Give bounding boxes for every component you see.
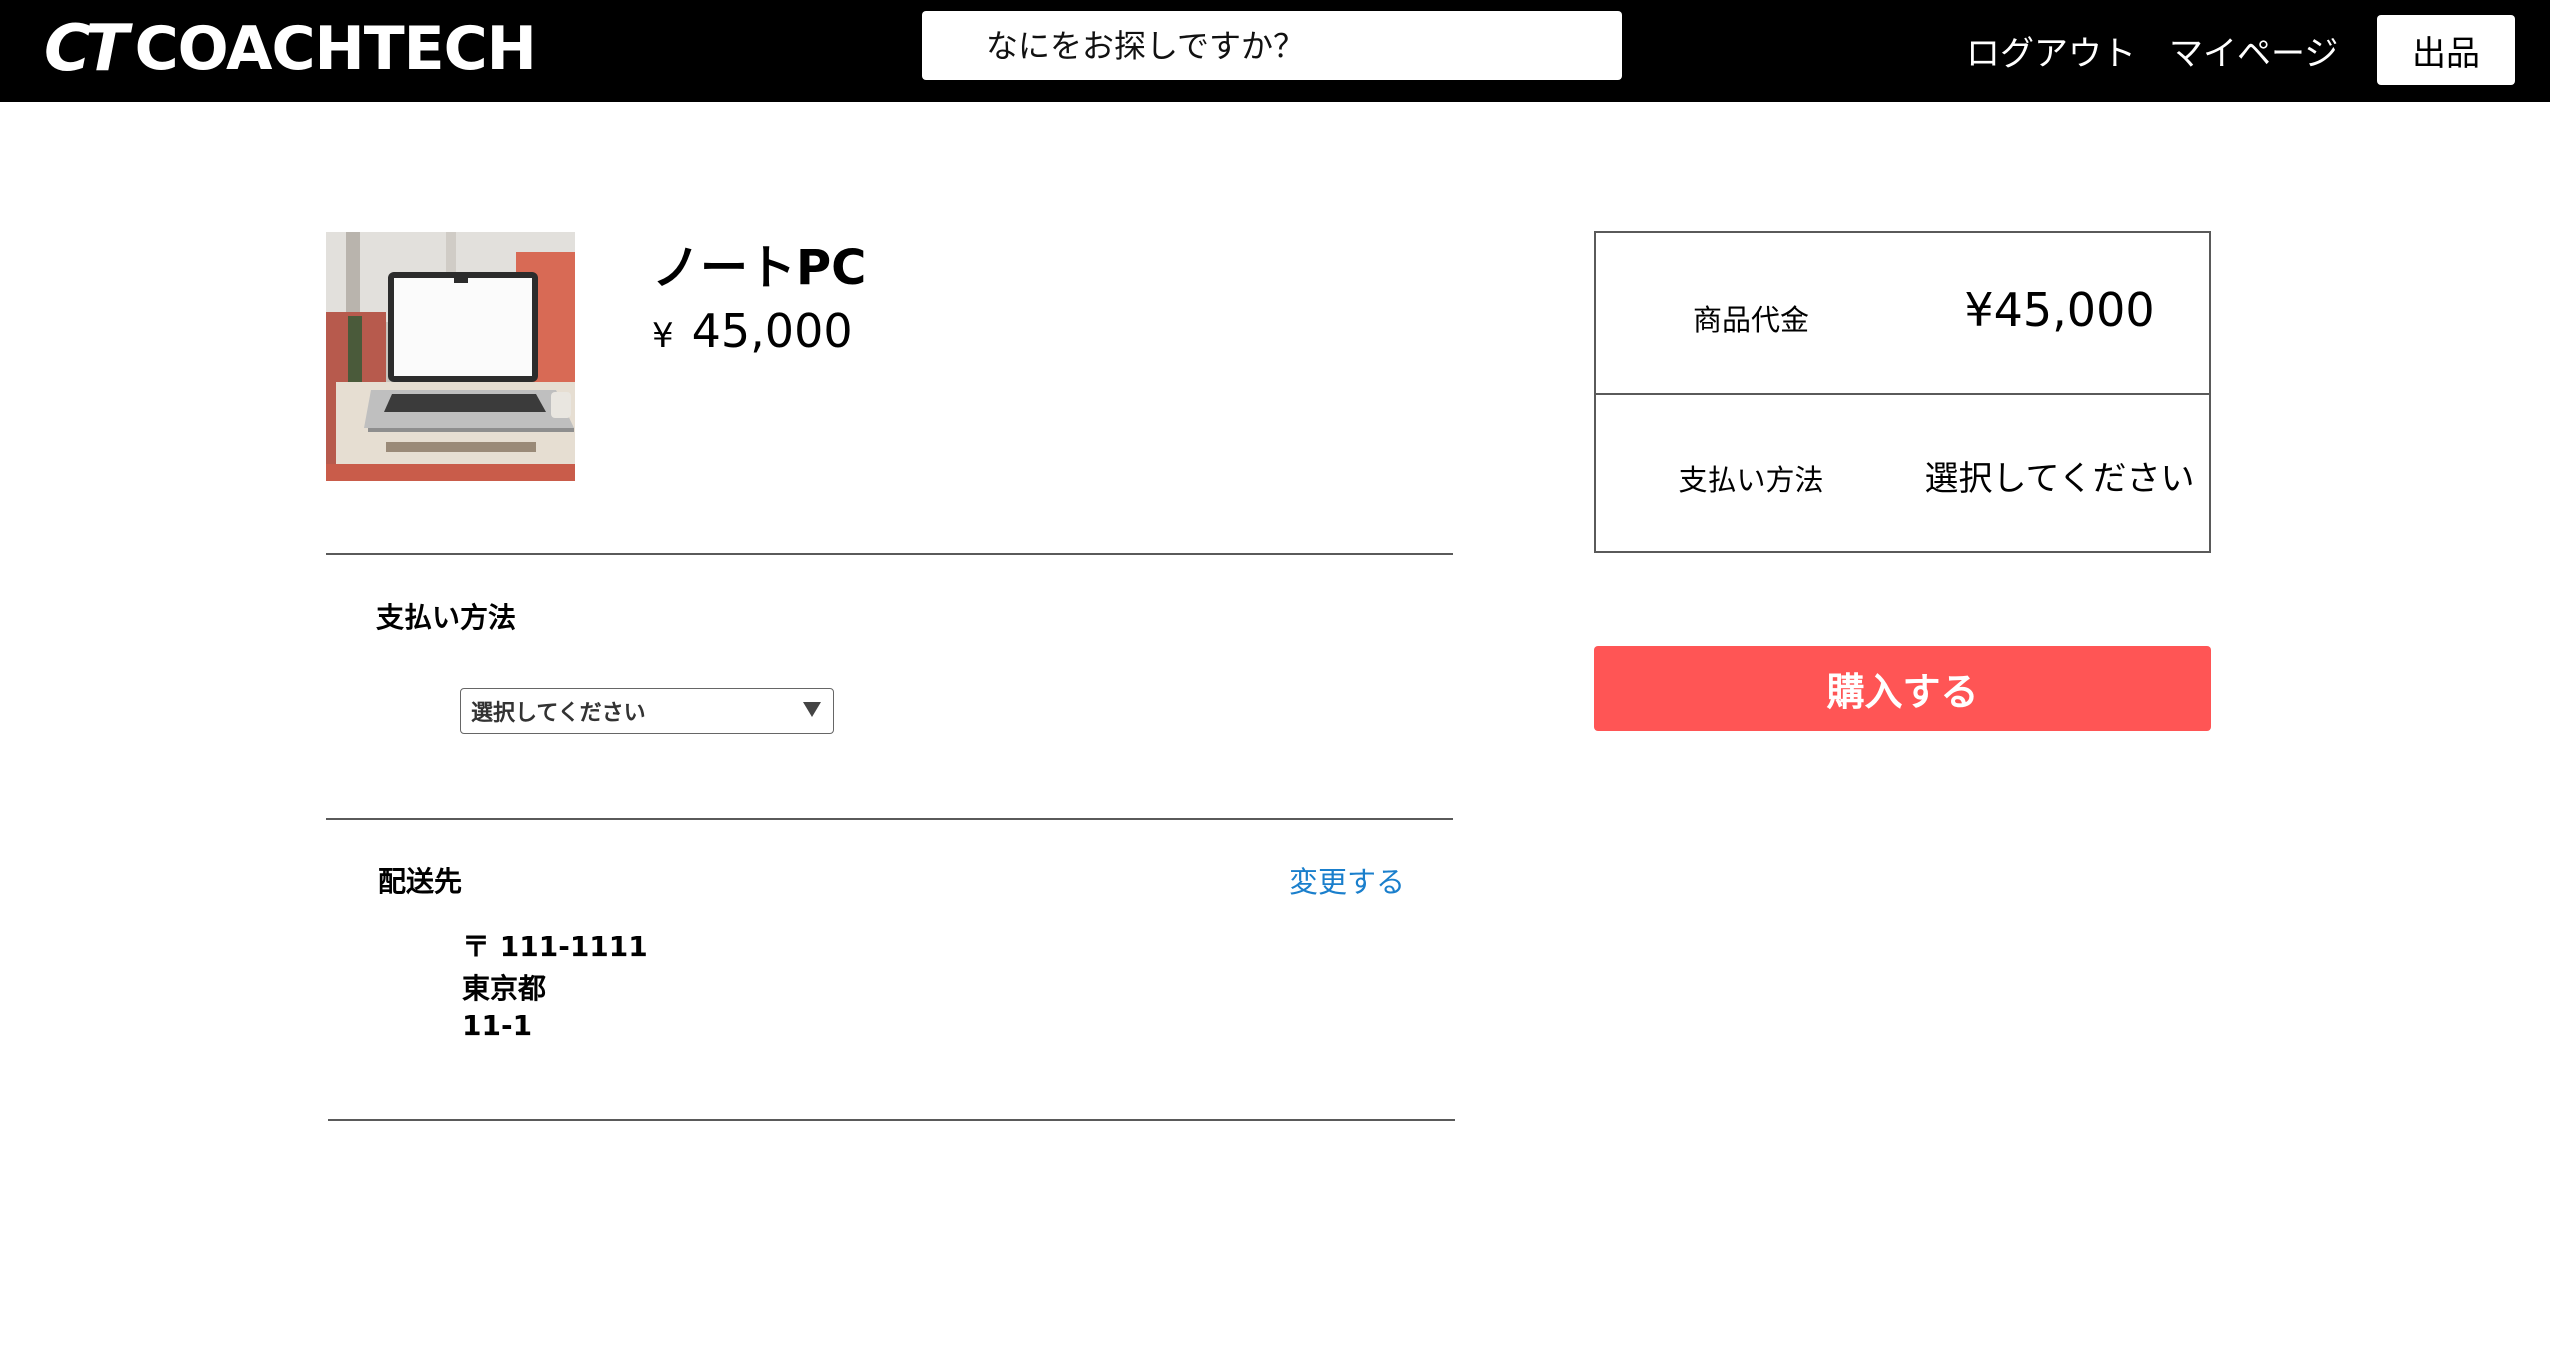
- payment-method-select[interactable]: 選択してください: [460, 688, 834, 734]
- summary-row-payment: 支払い方法 選択してください: [1596, 393, 2209, 553]
- summary-row-price: 商品代金 ¥45,000: [1596, 233, 2209, 395]
- summary-price-value: ¥45,000: [1964, 283, 2155, 337]
- shipping-prefecture: 東京都: [462, 972, 547, 1005]
- payment-select-value: 選択してください: [471, 701, 646, 726]
- logo-mark: CT: [44, 12, 129, 86]
- logout-link[interactable]: ログアウト: [1966, 26, 2136, 75]
- laptop-photo-icon: [326, 232, 575, 481]
- summary-price-label: 商品代金: [1692, 303, 1809, 337]
- product-image: [326, 232, 575, 481]
- divider: [328, 1119, 1455, 1121]
- logo-text: COACHTECH: [134, 14, 537, 84]
- search-input[interactable]: [922, 11, 1622, 80]
- coachtech-logo[interactable]: CT COACHTECH: [44, 12, 537, 86]
- divider: [326, 818, 1453, 820]
- shipping-postal-code: 〒 111-1111: [462, 930, 648, 963]
- shipping-address-line: 11-1: [462, 1009, 533, 1042]
- summary-payment-label: 支払い方法: [1678, 463, 1824, 497]
- product-name: ノートPC: [652, 240, 867, 296]
- summary-payment-value: 選択してください: [1924, 459, 2195, 499]
- payment-section-title: 支払い方法: [376, 601, 517, 634]
- header-bar: CT COACHTECH ログアウト マイページ 出品: [0, 0, 2550, 102]
- product-price: ¥45,000: [652, 304, 853, 358]
- purchase-button[interactable]: 購入する: [1594, 646, 2211, 731]
- shipping-section-title: 配送先: [378, 865, 463, 898]
- price-yen-symbol: ¥: [652, 316, 674, 356]
- price-value: 45,000: [691, 304, 853, 358]
- sell-button[interactable]: 出品: [2377, 15, 2515, 85]
- divider: [326, 553, 1453, 555]
- dropdown-arrow-icon: [803, 702, 821, 717]
- mypage-link[interactable]: マイページ: [2169, 26, 2338, 75]
- order-summary-table: 商品代金 ¥45,000 支払い方法 選択してください: [1594, 231, 2211, 553]
- change-address-link[interactable]: 変更する: [1289, 859, 1405, 901]
